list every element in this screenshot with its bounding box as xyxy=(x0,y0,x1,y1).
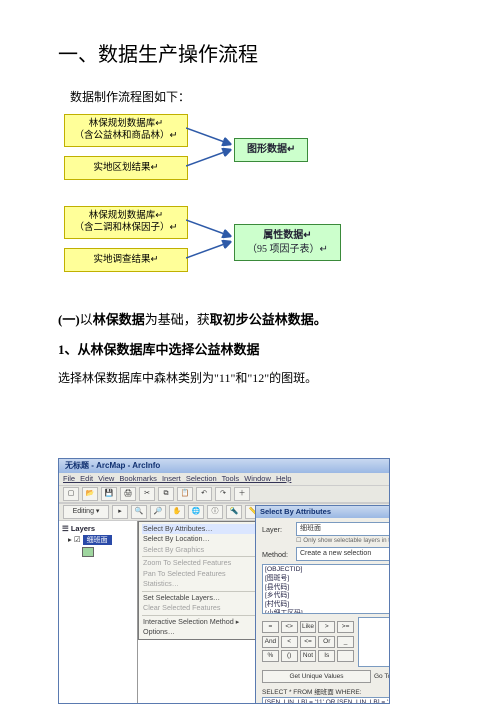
op-is[interactable]: Is xyxy=(318,650,335,662)
menu-select-by-location[interactable]: Select By Location… xyxy=(142,534,262,544)
tool-full-extent-icon[interactable]: 🌐 xyxy=(188,505,204,519)
section-1-1-body: 选择林保数据库中森林类别为"11"和"12"的图斑。 xyxy=(58,369,456,387)
op-lte[interactable]: <= xyxy=(300,636,317,648)
tool-redo-icon[interactable]: ↷ xyxy=(215,487,231,501)
tool-identify-icon[interactable]: ⓘ xyxy=(207,505,223,519)
tool-zoomin-icon[interactable]: 🔍 xyxy=(131,505,147,519)
heading-main: 一、数据生产操作流程 xyxy=(58,40,456,70)
op-gt[interactable]: > xyxy=(318,621,335,633)
op-like[interactable]: Like xyxy=(300,621,317,633)
flow1-arrows xyxy=(186,114,246,184)
arcmap-toolbar-1: ▢ 📂 💾 🖨 ✂ ⧉ 📋 ↶ ↷ ＋ xyxy=(59,485,389,503)
intro-text: 数据制作流程图如下： xyxy=(70,88,456,106)
tool-undo-icon[interactable]: ↶ xyxy=(196,487,212,501)
tool-pan-icon[interactable]: ✋ xyxy=(169,505,185,519)
select-by-attributes-dialog: Select By Attributes Layer: 细班面 ☐ Only s… xyxy=(255,505,390,704)
dialog-titlebar: Select By Attributes xyxy=(256,506,390,518)
arcmap-titlebar: 无标题 - ArcMap - ArcInfo xyxy=(59,459,389,473)
op-eq[interactable]: = xyxy=(262,621,279,633)
menu-zoom-selected: Zoom To Selected Features xyxy=(142,558,262,568)
flowchart-2: 林保规划数据库↵ （含二调和林保因子）↵ 实地调查结果↵ 属性数据↵ （95 项… xyxy=(64,206,456,306)
tool-new-icon[interactable]: ▢ xyxy=(63,487,79,501)
toc-header: ☰ Layers xyxy=(62,524,134,533)
menu-select-by-attributes[interactable]: Select By Attributes… xyxy=(142,524,262,534)
get-unique-values-button[interactable]: Get Unique Values xyxy=(262,670,371,683)
flowchart-1: 林保规划数据库↵ （含公益林和商品林）↵ 实地区划结果↵ 图形数据↵ xyxy=(64,114,456,206)
tool-copy-icon[interactable]: ⧉ xyxy=(158,487,174,501)
tool-find-icon[interactable]: 🔦 xyxy=(226,505,242,519)
flow1-source2: 实地区划结果↵ xyxy=(64,156,188,180)
tool-open-icon[interactable]: 📂 xyxy=(82,487,98,501)
op-paren[interactable]: () xyxy=(281,650,298,662)
toc-panel: ☰ Layers ▸ ☑ 细班面 xyxy=(59,521,138,704)
toc-layer-active[interactable]: 细班面 xyxy=(83,535,112,545)
editing-dropdown[interactable]: Editing ▾ xyxy=(63,505,109,519)
arcmap-menubar[interactable]: File Edit View Bookmarks Insert Selectio… xyxy=(59,473,389,485)
layer-hint: ☐ Only show selectable layers in this li… xyxy=(296,537,390,544)
section-1-heading: (一)以林保数据为基础，获取初步公益林数据。 xyxy=(58,310,456,330)
tool-cut-icon[interactable]: ✂ xyxy=(139,487,155,501)
menu-statistics: Statistics… xyxy=(142,579,262,589)
tool-print-icon[interactable]: 🖨 xyxy=(120,487,136,501)
selection-menu: Select By Attributes… Select By Location… xyxy=(138,521,266,640)
operator-grid: = <> Like > >= And < <= Or _ % () Not Is xyxy=(262,621,354,663)
flow2-target: 属性数据↵ （95 项因子表）↵ xyxy=(234,224,341,261)
method-label: Method: xyxy=(262,550,292,559)
op-and[interactable]: And xyxy=(262,636,279,648)
section-1-1-heading: 1、从林保数据库中选择公益林数据 xyxy=(58,340,456,360)
tool-add-data-icon[interactable]: ＋ xyxy=(234,487,250,501)
flow1-source1: 林保规划数据库↵ （含公益林和商品林）↵ xyxy=(64,114,188,147)
flow2-arrows xyxy=(186,206,246,276)
op-wild2[interactable]: % xyxy=(262,650,279,662)
goto-label: Go To: xyxy=(374,673,390,680)
fields-listbox[interactable]: [OBJECTID] [图斑号] [县代码] [乡代码] [村代码] [小细工区… xyxy=(262,564,390,614)
tool-pointer-icon[interactable]: ▸ xyxy=(112,505,128,519)
tool-paste-icon[interactable]: 📋 xyxy=(177,487,193,501)
tool-zoomout-icon[interactable]: 🔎 xyxy=(150,505,166,519)
sql-textarea[interactable]: [SEN_LIN_LB] = '11' OR [SEN_LIN_LB] = '1… xyxy=(262,697,390,704)
menu-select-by-graphics: Select By Graphics xyxy=(142,545,262,555)
sql-label: SELECT * FROM 细班面 WHERE: xyxy=(262,686,390,696)
op-or[interactable]: Or xyxy=(318,636,335,648)
tool-save-icon[interactable]: 💾 xyxy=(101,487,117,501)
flow2-source1: 林保规划数据库↵ （含二调和林保因子）↵ xyxy=(64,206,188,239)
op-neq[interactable]: <> xyxy=(281,621,298,633)
op-not[interactable]: Not xyxy=(300,650,317,662)
op-wild1[interactable]: _ xyxy=(337,636,354,648)
values-listbox[interactable] xyxy=(358,617,390,667)
layer-swatch-icon xyxy=(82,547,94,557)
op-lt[interactable]: < xyxy=(281,636,298,648)
menu-clear-selected: Clear Selected Features xyxy=(142,603,262,613)
layer-label: Layer: xyxy=(262,525,292,534)
menu-interactive-method[interactable]: Interactive Selection Method ▸ xyxy=(142,617,262,627)
op-blank[interactable] xyxy=(337,650,354,662)
menu-pan-selected: Pan To Selected Features xyxy=(142,569,262,579)
op-gte[interactable]: >= xyxy=(337,621,354,633)
layer-dropdown[interactable]: 细班面 xyxy=(296,522,390,536)
arcmap-window: 无标题 - ArcMap - ArcInfo File Edit View Bo… xyxy=(58,458,390,704)
menu-set-selectable-layers[interactable]: Set Selectable Layers… xyxy=(142,593,262,603)
menu-options[interactable]: Options… xyxy=(142,627,262,637)
method-dropdown[interactable]: Create a new selection xyxy=(296,547,390,561)
flow2-source2: 实地调查结果↵ xyxy=(64,248,188,272)
